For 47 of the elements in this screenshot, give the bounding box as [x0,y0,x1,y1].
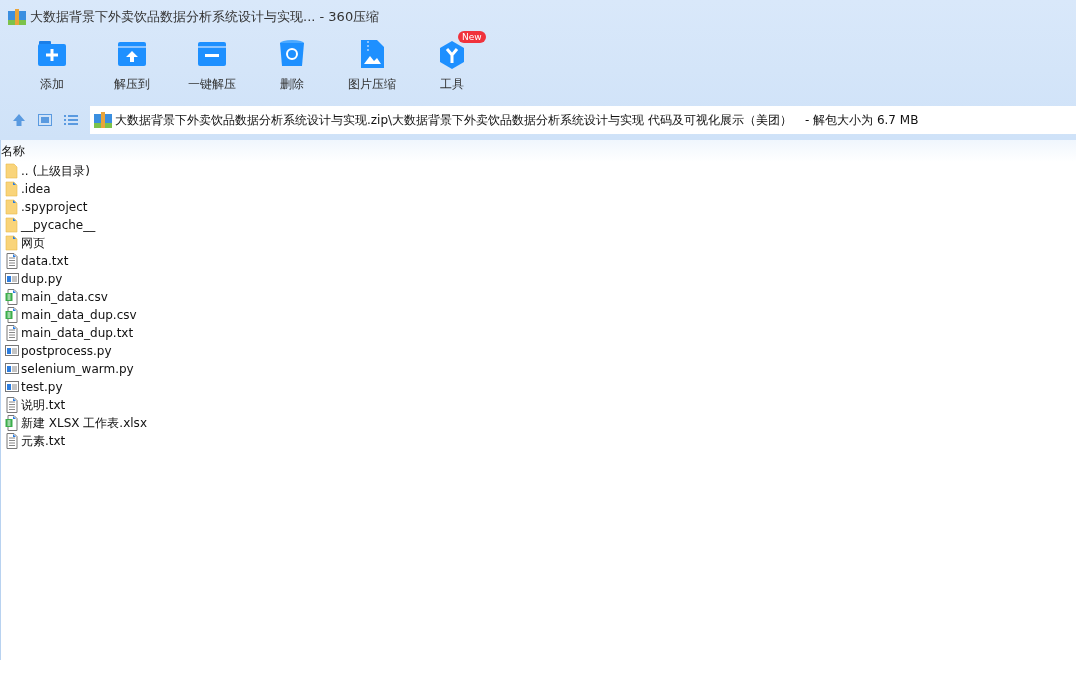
text-file-icon [5,433,19,449]
text-file-icon [5,253,19,269]
script-file-icon [5,361,19,377]
spreadsheet-file-icon [5,415,19,431]
file-name[interactable]: data.txt [21,254,69,268]
list-icon[interactable] [64,114,78,126]
file-name[interactable]: 说明.txt [21,396,66,414]
toolbar-button[interactable]: New 工具 [412,34,492,98]
view-icon[interactable] [38,114,52,126]
toolbar-button[interactable]: 一键解压 [172,34,252,98]
file-name[interactable]: 元素.txt [21,432,66,450]
file-name[interactable]: main_data_dup.txt [21,326,134,340]
window-title: 大数据背景下外卖饮品数据分析系统设计与实现... - 360压缩 [30,8,380,26]
file-name[interactable]: .idea [21,182,51,196]
archive-icon [94,112,112,128]
column-header[interactable]: 名称 [1,142,25,160]
file-name[interactable]: dup.py [21,272,63,286]
file-name[interactable]: test.py [21,380,63,394]
folder-icon [5,199,19,215]
toolbar-button[interactable]: 删除 [252,34,332,98]
folder-icon [5,181,19,197]
archive-icon [8,9,26,25]
script-file-icon [5,343,19,359]
spreadsheet-file-icon [5,289,19,305]
folder-icon [5,217,19,233]
toolbar-button[interactable]: 解压到 [92,34,172,98]
file-name[interactable]: postprocess.py [21,344,112,358]
file-name[interactable]: main_data.csv [21,290,108,304]
file-name[interactable]: 网页 [21,234,45,252]
toolbar-button[interactable]: 添加 [12,34,92,98]
file-name[interactable]: .spyproject [21,200,88,214]
file-name[interactable]: .. (上级目录) [21,162,90,180]
text-file-icon [5,325,19,341]
folder-icon [5,235,19,251]
new-badge: New [458,31,486,43]
text-file-icon [5,397,19,413]
file-name[interactable]: main_data_dup.csv [21,308,137,322]
address-field[interactable]: 大数据背景下外卖饮品数据分析系统设计与实现.zip\大数据背景下外卖饮品数据分析系统设计与实现 代码及可视化展示（美团） - 解包大小为 6.7 MB [90,106,1076,134]
file-name[interactable]: __pycache__ [21,218,96,232]
toolbar-button[interactable]: 图片压缩 [332,34,412,98]
file-name[interactable]: 新建 XLSX 工作表.xlsx [21,414,147,432]
file-name[interactable]: selenium_warm.py [21,362,134,376]
up-arrow-icon[interactable] [12,113,26,127]
folder-icon [5,163,19,179]
spreadsheet-file-icon [5,307,19,323]
script-file-icon [5,379,19,395]
script-file-icon [5,271,19,287]
